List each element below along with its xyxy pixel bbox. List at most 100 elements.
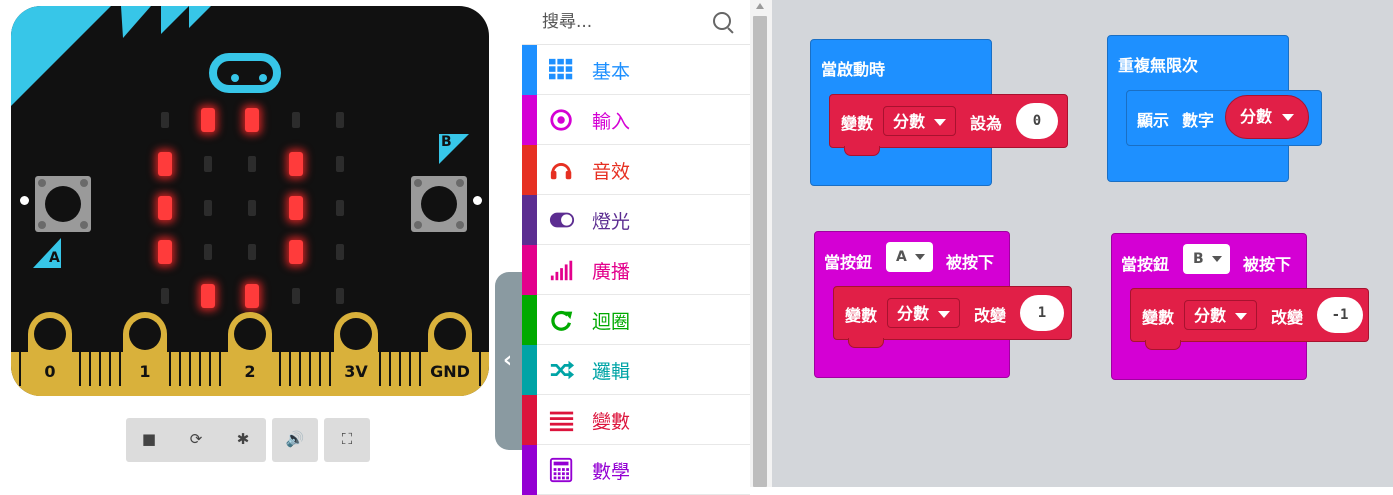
category-label: 迴圈 — [592, 311, 631, 333]
led-pixel — [248, 156, 256, 172]
dropdown-caret-icon — [914, 254, 925, 260]
category-color-bar — [522, 345, 537, 395]
toolbox-scrollbar[interactable] — [750, 0, 772, 487]
variable-keyword: 變數 — [841, 114, 874, 133]
category-color-bar — [522, 95, 537, 145]
toolbox-category[interactable]: 廣播 — [522, 245, 750, 295]
button-a-label: A — [49, 250, 60, 266]
variable-keyword: 變數 — [845, 306, 878, 325]
fullscreen-icon[interactable]: ⛶ — [336, 428, 358, 450]
change-variable-block[interactable]: 變數 分數 改變 1 — [833, 286, 1072, 348]
toolbox-category[interactable]: 變數 — [522, 395, 750, 445]
toggle-icon — [549, 212, 575, 228]
category-color-bar — [522, 445, 537, 495]
category-label: 廣播 — [592, 261, 631, 283]
variable-keyword: 變數 — [1142, 308, 1175, 327]
value-input[interactable]: 0 — [1016, 103, 1058, 139]
variable-name: 分數 — [893, 112, 926, 131]
collapse-simulator-button[interactable]: ‹ — [495, 272, 525, 450]
headphones-icon — [550, 163, 572, 180]
lines-icon — [549, 411, 574, 432]
led-pixel — [292, 288, 300, 304]
search-input[interactable] — [542, 10, 702, 34]
led-pixel — [158, 152, 172, 176]
pin-1[interactable] — [123, 312, 167, 396]
when-button-label: 當按鈕 — [824, 253, 873, 272]
value-input[interactable]: -1 — [1317, 297, 1363, 333]
category-color-bar — [522, 295, 537, 345]
pin-0[interactable] — [28, 312, 72, 396]
on-button-b-block[interactable]: 當按鈕 B 被按下 變數 分數 改變 -1 — [1111, 233, 1369, 380]
category-label: 數學 — [592, 461, 631, 483]
on-start-label: 當啟動時 — [821, 60, 886, 79]
simulator-panel: A B 0 1 2 3V GND ■ ⟳ ✱ 🔊 ⛶ — [0, 0, 522, 487]
button-b[interactable] — [411, 176, 467, 232]
pressed-label: 被按下 — [946, 253, 995, 272]
led-pixel — [336, 112, 344, 128]
forever-block[interactable]: 重複無限次 顯示 數字 分數 — [1107, 35, 1322, 182]
when-button-label: 當按鈕 — [1121, 255, 1170, 274]
blocks-workspace[interactable]: 當啟動時 變數 分數 設為 0 重複無限次 顯示 數字 分數 當按鈕 A 被按下… — [772, 0, 1393, 487]
led-pixel — [204, 244, 212, 260]
button-b-dropdown[interactable]: B — [1183, 244, 1230, 274]
led-pixel — [204, 200, 212, 216]
toolbox-category[interactable]: 迴圈 — [522, 295, 750, 345]
category-label: 燈光 — [592, 211, 631, 233]
change-by-keyword: 改變 — [1271, 308, 1304, 327]
value-input[interactable]: 1 — [1020, 295, 1064, 331]
fullscreen-control: ⛶ — [324, 418, 370, 462]
debug-icon[interactable]: ✱ — [232, 428, 254, 450]
dropdown-caret-icon — [1235, 313, 1248, 320]
variable-dropdown[interactable]: 分數 — [887, 298, 961, 328]
show-keyword: 顯示 — [1137, 111, 1170, 130]
grid-icon — [549, 58, 573, 80]
led-pixel — [336, 244, 344, 260]
pin-2[interactable] — [228, 312, 272, 396]
show-number-block[interactable]: 顯示 數字 分數 — [1126, 90, 1322, 146]
variable-dropdown[interactable]: 分數 — [883, 106, 957, 136]
search-icon[interactable] — [713, 12, 731, 30]
pin-3v[interactable] — [334, 312, 378, 396]
scroll-up-icon[interactable] — [756, 3, 764, 9]
microbit-logo-icon[interactable] — [209, 53, 281, 93]
led-pixel — [158, 240, 172, 264]
led-pixel — [289, 196, 303, 220]
button-a-dropdown[interactable]: A — [886, 242, 933, 272]
category-label: 音效 — [592, 161, 631, 183]
led-pixel — [161, 112, 169, 128]
toolbox-category[interactable]: 數學 — [522, 445, 750, 495]
variable-name: 分數 — [1194, 306, 1227, 325]
toolbox-category[interactable]: 基本 — [522, 45, 750, 95]
led-pixel — [158, 196, 172, 220]
led-pixel — [248, 200, 256, 216]
pin-gnd[interactable] — [428, 312, 472, 396]
dropdown-caret-icon — [938, 311, 951, 318]
led-pixel — [161, 288, 169, 304]
variable-dropdown[interactable]: 分數 — [1184, 300, 1258, 330]
variable-reporter[interactable]: 分數 — [1225, 95, 1310, 139]
change-variable-block[interactable]: 變數 分數 改變 -1 — [1130, 288, 1369, 350]
led-pixel — [289, 240, 303, 264]
toolbox-category[interactable]: 燈光 — [522, 195, 750, 245]
category-color-bar — [522, 245, 537, 295]
on-button-a-block[interactable]: 當按鈕 A 被按下 變數 分數 改變 1 — [814, 231, 1072, 378]
restart-icon[interactable]: ⟳ — [185, 428, 207, 450]
simulator-controls: ■ ⟳ ✱ — [126, 418, 266, 462]
led-pixel — [336, 288, 344, 304]
stop-icon[interactable]: ■ — [138, 428, 160, 450]
set-to-keyword: 設為 — [970, 114, 1003, 133]
button-a[interactable] — [35, 176, 91, 232]
toolbox-category[interactable]: 輸入 — [522, 95, 750, 145]
button-name: A — [896, 249, 907, 265]
category-color-bar — [522, 395, 537, 445]
set-variable-block[interactable]: 變數 分數 設為 0 — [829, 94, 1068, 156]
led-pixel — [336, 200, 344, 216]
edge-dot — [473, 196, 482, 205]
category-color-bar — [522, 45, 537, 95]
toolbox-category[interactable]: 音效 — [522, 145, 750, 195]
scroll-thumb[interactable] — [753, 16, 767, 487]
toolbox-category[interactable]: 邏輯 — [522, 345, 750, 395]
mute-icon[interactable]: 🔊 — [284, 428, 306, 450]
pin-label: 3V — [344, 362, 368, 381]
on-start-block[interactable]: 當啟動時 變數 分數 設為 0 — [810, 39, 1068, 186]
